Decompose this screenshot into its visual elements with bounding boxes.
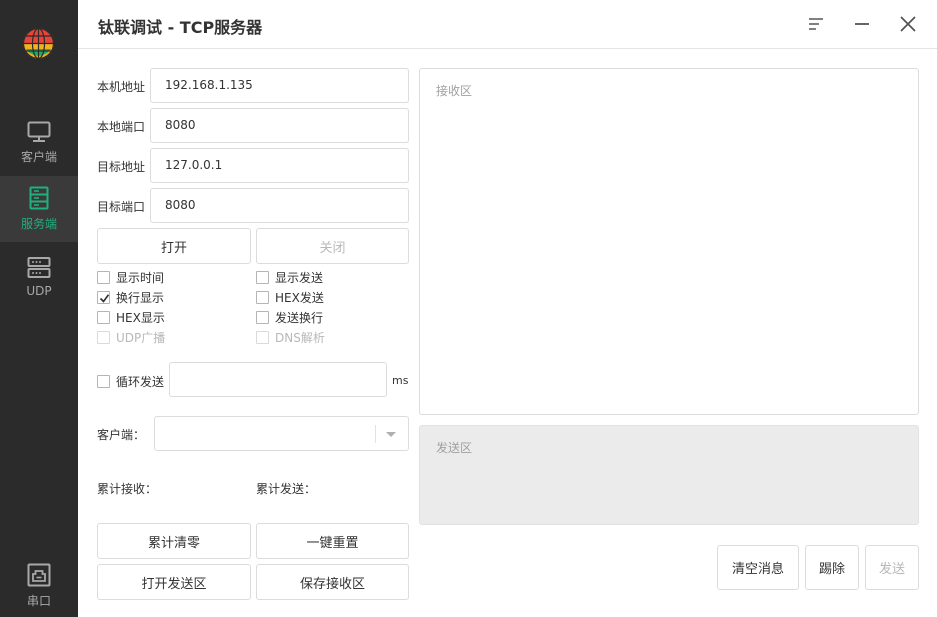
target-port-label: 目标端口 (97, 200, 146, 214)
save-receive-area-button[interactable]: 保存接收区 (256, 564, 409, 600)
send-button[interactable]: 发送 (865, 545, 919, 590)
send-newline-checkbox[interactable]: 发送换行 (256, 309, 323, 326)
loop-interval-input[interactable] (169, 362, 387, 397)
hex-send-checkbox[interactable]: HEX发送 (256, 289, 324, 306)
sidebar-item-serial[interactable]: 串口 (0, 553, 78, 617)
loop-send-checkbox[interactable]: 循环发送 (97, 373, 164, 390)
local-address-label: 本机地址 (97, 80, 146, 94)
udp-icon (27, 256, 51, 278)
send-area-placeholder: 发送区 (436, 441, 473, 455)
checkbox-label: 换行显示 (116, 291, 165, 305)
checkbox-label: HEX发送 (275, 291, 324, 305)
dns-resolve-checkbox[interactable]: DNS解析 (256, 329, 325, 346)
hex-display-checkbox[interactable]: HEX显示 (97, 309, 165, 326)
reset-all-button[interactable]: 一键重置 (256, 523, 409, 559)
checkbox-label: UDP广播 (116, 331, 166, 345)
target-address-label: 目标地址 (97, 160, 146, 174)
send-area[interactable]: 发送区 (419, 425, 919, 525)
menu-icon (809, 18, 823, 30)
checkbox-box (97, 291, 110, 304)
checkbox-box (256, 291, 269, 304)
minimize-button[interactable] (850, 12, 874, 36)
local-port-input[interactable]: 8080 (150, 108, 409, 143)
checkbox-label: DNS解析 (275, 331, 325, 345)
checkbox-box (256, 271, 269, 284)
sidebar-item-label: 串口 (26, 594, 51, 608)
check-icon (99, 294, 110, 303)
receive-area-placeholder: 接收区 (436, 84, 473, 98)
show-time-checkbox[interactable]: 显示时间 (97, 269, 164, 286)
sidebar-item-client[interactable]: 客户端 (0, 110, 78, 176)
monitor-icon (27, 121, 51, 142)
open-send-area-button[interactable]: 打开发送区 (97, 564, 251, 600)
client-select[interactable] (154, 416, 409, 451)
clear-counters-button[interactable]: 累计清零 (97, 523, 251, 559)
chevron-down-icon (386, 432, 396, 437)
close-icon (900, 16, 916, 32)
app-window: 客户端 服务端 UDP 串口 钛联调试 - TCP服务器 本机地址 192.16… (0, 0, 937, 617)
sidebar-item-label: 服务端 (20, 217, 57, 231)
checkbox-box (97, 331, 110, 344)
checkbox-box (256, 311, 269, 324)
sidebar-item-label: 客户端 (20, 150, 57, 164)
minimize-icon (855, 23, 869, 25)
checkbox-box (97, 311, 110, 324)
checkbox-box (97, 375, 110, 388)
server-icon (29, 186, 49, 210)
receive-area[interactable]: 接收区 (419, 68, 919, 415)
checkbox-box (256, 331, 269, 344)
target-port-input[interactable]: 8080 (150, 188, 409, 223)
sidebar-item-server[interactable]: 服务端 (0, 176, 78, 242)
received-count-label: 累计接收： (97, 482, 158, 496)
checkbox-box (97, 271, 110, 284)
checkbox-label: 显示时间 (116, 271, 165, 285)
title-bar: 钛联调试 - TCP服务器 (78, 0, 937, 49)
menu-button[interactable] (804, 12, 828, 36)
serial-port-icon (27, 563, 51, 587)
wrap-display-checkbox[interactable]: 换行显示 (97, 289, 164, 306)
checkbox-label: 显示发送 (275, 271, 324, 285)
sidebar-item-udp[interactable]: UDP (0, 243, 78, 309)
close-button[interactable]: 关闭 (256, 228, 409, 264)
open-button[interactable]: 打开 (97, 228, 251, 264)
checkbox-label: 发送换行 (275, 311, 324, 325)
local-address-input[interactable]: 192.168.1.135 (150, 68, 409, 103)
local-port-label: 本地端口 (97, 120, 146, 134)
close-window-button[interactable] (896, 12, 920, 36)
globe-logo-icon (22, 27, 55, 60)
sent-count-label: 累计发送： (256, 482, 317, 496)
target-address-input[interactable]: 127.0.0.1 (150, 148, 409, 183)
checkbox-label: 循环发送 (116, 375, 165, 389)
udp-broadcast-checkbox[interactable]: UDP广播 (97, 329, 165, 346)
sidebar-item-label: UDP (26, 283, 52, 298)
show-send-checkbox[interactable]: 显示发送 (256, 269, 323, 286)
select-divider (375, 425, 376, 443)
client-label: 客户端： (97, 428, 146, 442)
sidebar: 客户端 服务端 UDP 串口 (0, 0, 78, 617)
checkbox-label: HEX显示 (116, 311, 165, 325)
kick-button[interactable]: 踢除 (805, 545, 859, 590)
clear-messages-button[interactable]: 清空消息 (717, 545, 799, 590)
window-title: 钛联调试 - TCP服务器 (98, 18, 263, 37)
loop-unit-label: ms (392, 374, 409, 387)
